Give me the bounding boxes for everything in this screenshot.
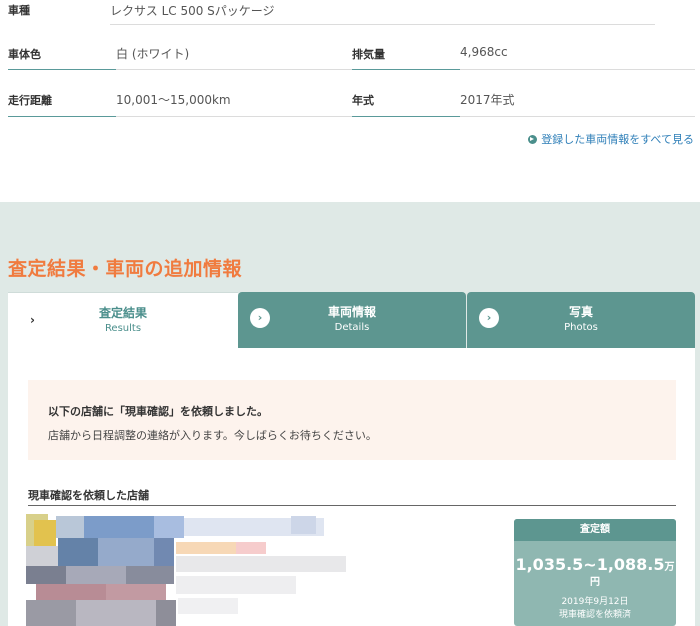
redacted-store-info	[26, 514, 346, 626]
see-all-vehicle-info-link[interactable]: 登録した車両情報をすべて見る	[528, 131, 694, 147]
spec-label-mileage: 走行距離	[8, 94, 52, 107]
price-header: 査定額	[514, 519, 676, 541]
chevron-circle-right-icon: ›	[250, 308, 270, 328]
tab-results-label: 査定結果	[98, 306, 147, 320]
results-panel: 以下の店舗に「現車確認」を依頼しました。 店舗から日程調整の連絡が入ります。今し…	[8, 348, 695, 626]
divider	[8, 116, 116, 117]
tab-results-sub: Results	[104, 323, 142, 334]
tab-details-sub: Details	[334, 322, 370, 333]
spec-label-model: 車種	[8, 4, 30, 17]
circle-arrow-icon	[528, 134, 538, 144]
spec-value-color: 白 (ホワイト)	[116, 47, 190, 61]
chevron-right-icon: ›	[30, 313, 35, 327]
price-unit-yen: 円	[590, 577, 600, 588]
divider	[28, 505, 676, 506]
section-title: 査定結果・車両の追加情報	[8, 258, 243, 280]
assessment-price-card: 査定額 1,035.5~1,088.5万 円 2019年9月12日 現車確認を依…	[514, 519, 676, 626]
spec-value-displacement: 4,968cc	[460, 45, 508, 59]
price-unit-man: 万	[664, 562, 675, 573]
tab-photos[interactable]: › 写真 Photos	[467, 292, 695, 348]
spec-label-displacement: 排気量	[352, 48, 385, 61]
spec-value-mileage: 10,001～15,000km	[116, 93, 231, 107]
divider	[460, 69, 695, 70]
chevron-circle-right-icon: ›	[479, 308, 499, 328]
vehicle-spec-table: 車種 レクサス LC 500 Sパッケージ 車体色 白 (ホワイト) 排気量 4…	[0, 0, 700, 202]
spec-label-color: 車体色	[8, 48, 41, 61]
spec-label-year: 年式	[352, 94, 374, 107]
price-range: 1,035.5~1,088.5	[515, 555, 665, 574]
divider	[352, 116, 460, 117]
results-tabs: › 査定結果 Results › 車両情報 Details › 写真 Photo…	[8, 292, 695, 348]
assessment-results-section: 査定結果・車両の追加情報 › 査定結果 Results › 車両情報 Detai…	[0, 202, 700, 626]
price-status: 現車確認を依頼済	[558, 610, 631, 620]
tab-results[interactable]: › 査定結果 Results	[8, 292, 238, 348]
notice-title: 以下の店舗に「現車確認」を依頼しました。	[48, 405, 268, 418]
price-value: 1,035.5~1,088.5万	[514, 555, 676, 574]
notice-text: 店舗から日程調整の連絡が入ります。今しばらくお待ちください。	[48, 429, 377, 442]
divider	[116, 116, 352, 117]
price-date: 2019年9月12日	[561, 597, 629, 607]
spec-value-model: レクサス LC 500 Sパッケージ	[110, 4, 275, 18]
divider	[352, 69, 460, 70]
spec-value-year: 2017年式	[460, 93, 515, 107]
notice-box: 以下の店舗に「現車確認」を依頼しました。 店舗から日程調整の連絡が入ります。今し…	[28, 380, 676, 460]
tab-details[interactable]: › 車両情報 Details	[238, 292, 466, 348]
see-all-vehicle-info-label: 登録した車両情報をすべて見る	[541, 133, 694, 146]
divider	[460, 116, 695, 117]
tab-photos-label: 写真	[568, 305, 593, 319]
divider	[110, 24, 655, 25]
store-heading: 現車確認を依頼した店舗	[28, 489, 149, 502]
tab-details-label: 車両情報	[327, 305, 376, 319]
divider	[8, 69, 116, 70]
tab-photos-sub: Photos	[564, 322, 598, 333]
divider	[116, 69, 352, 70]
